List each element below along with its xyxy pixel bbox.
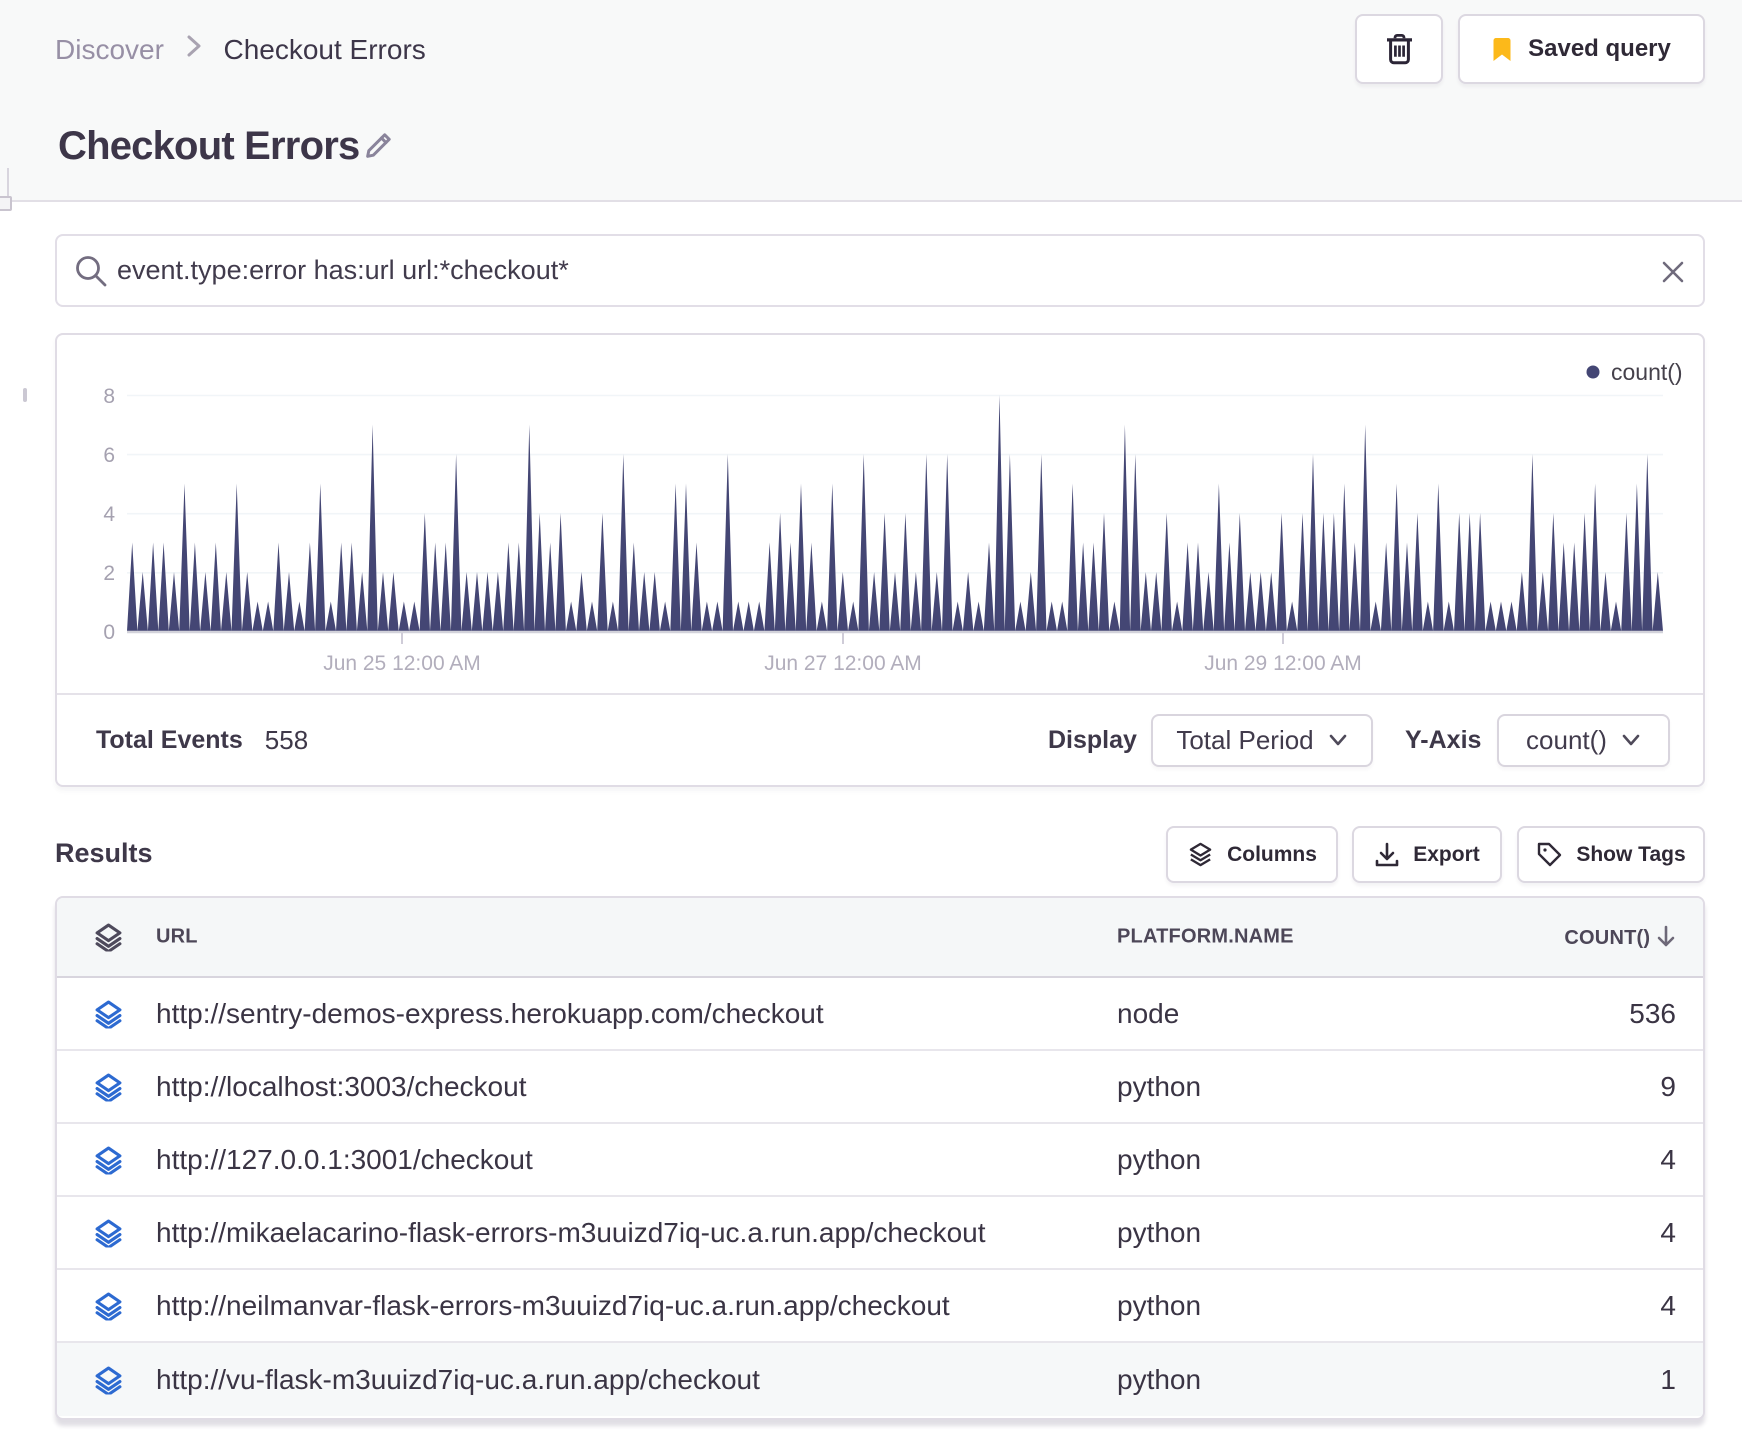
svg-text:8: 8 (103, 385, 115, 408)
svg-text:6: 6 (103, 444, 115, 467)
svg-text:Jun 29 12:00 AM: Jun 29 12:00 AM (1204, 652, 1362, 675)
svg-text:2: 2 (103, 562, 115, 585)
svg-text:4: 4 (103, 503, 115, 526)
svg-text:Jun 27 12:00 AM: Jun 27 12:00 AM (764, 652, 922, 675)
svg-text:count(): count() (1611, 359, 1683, 385)
svg-text:Jun 25 12:00 AM: Jun 25 12:00 AM (323, 652, 481, 675)
svg-text:0: 0 (103, 621, 115, 644)
